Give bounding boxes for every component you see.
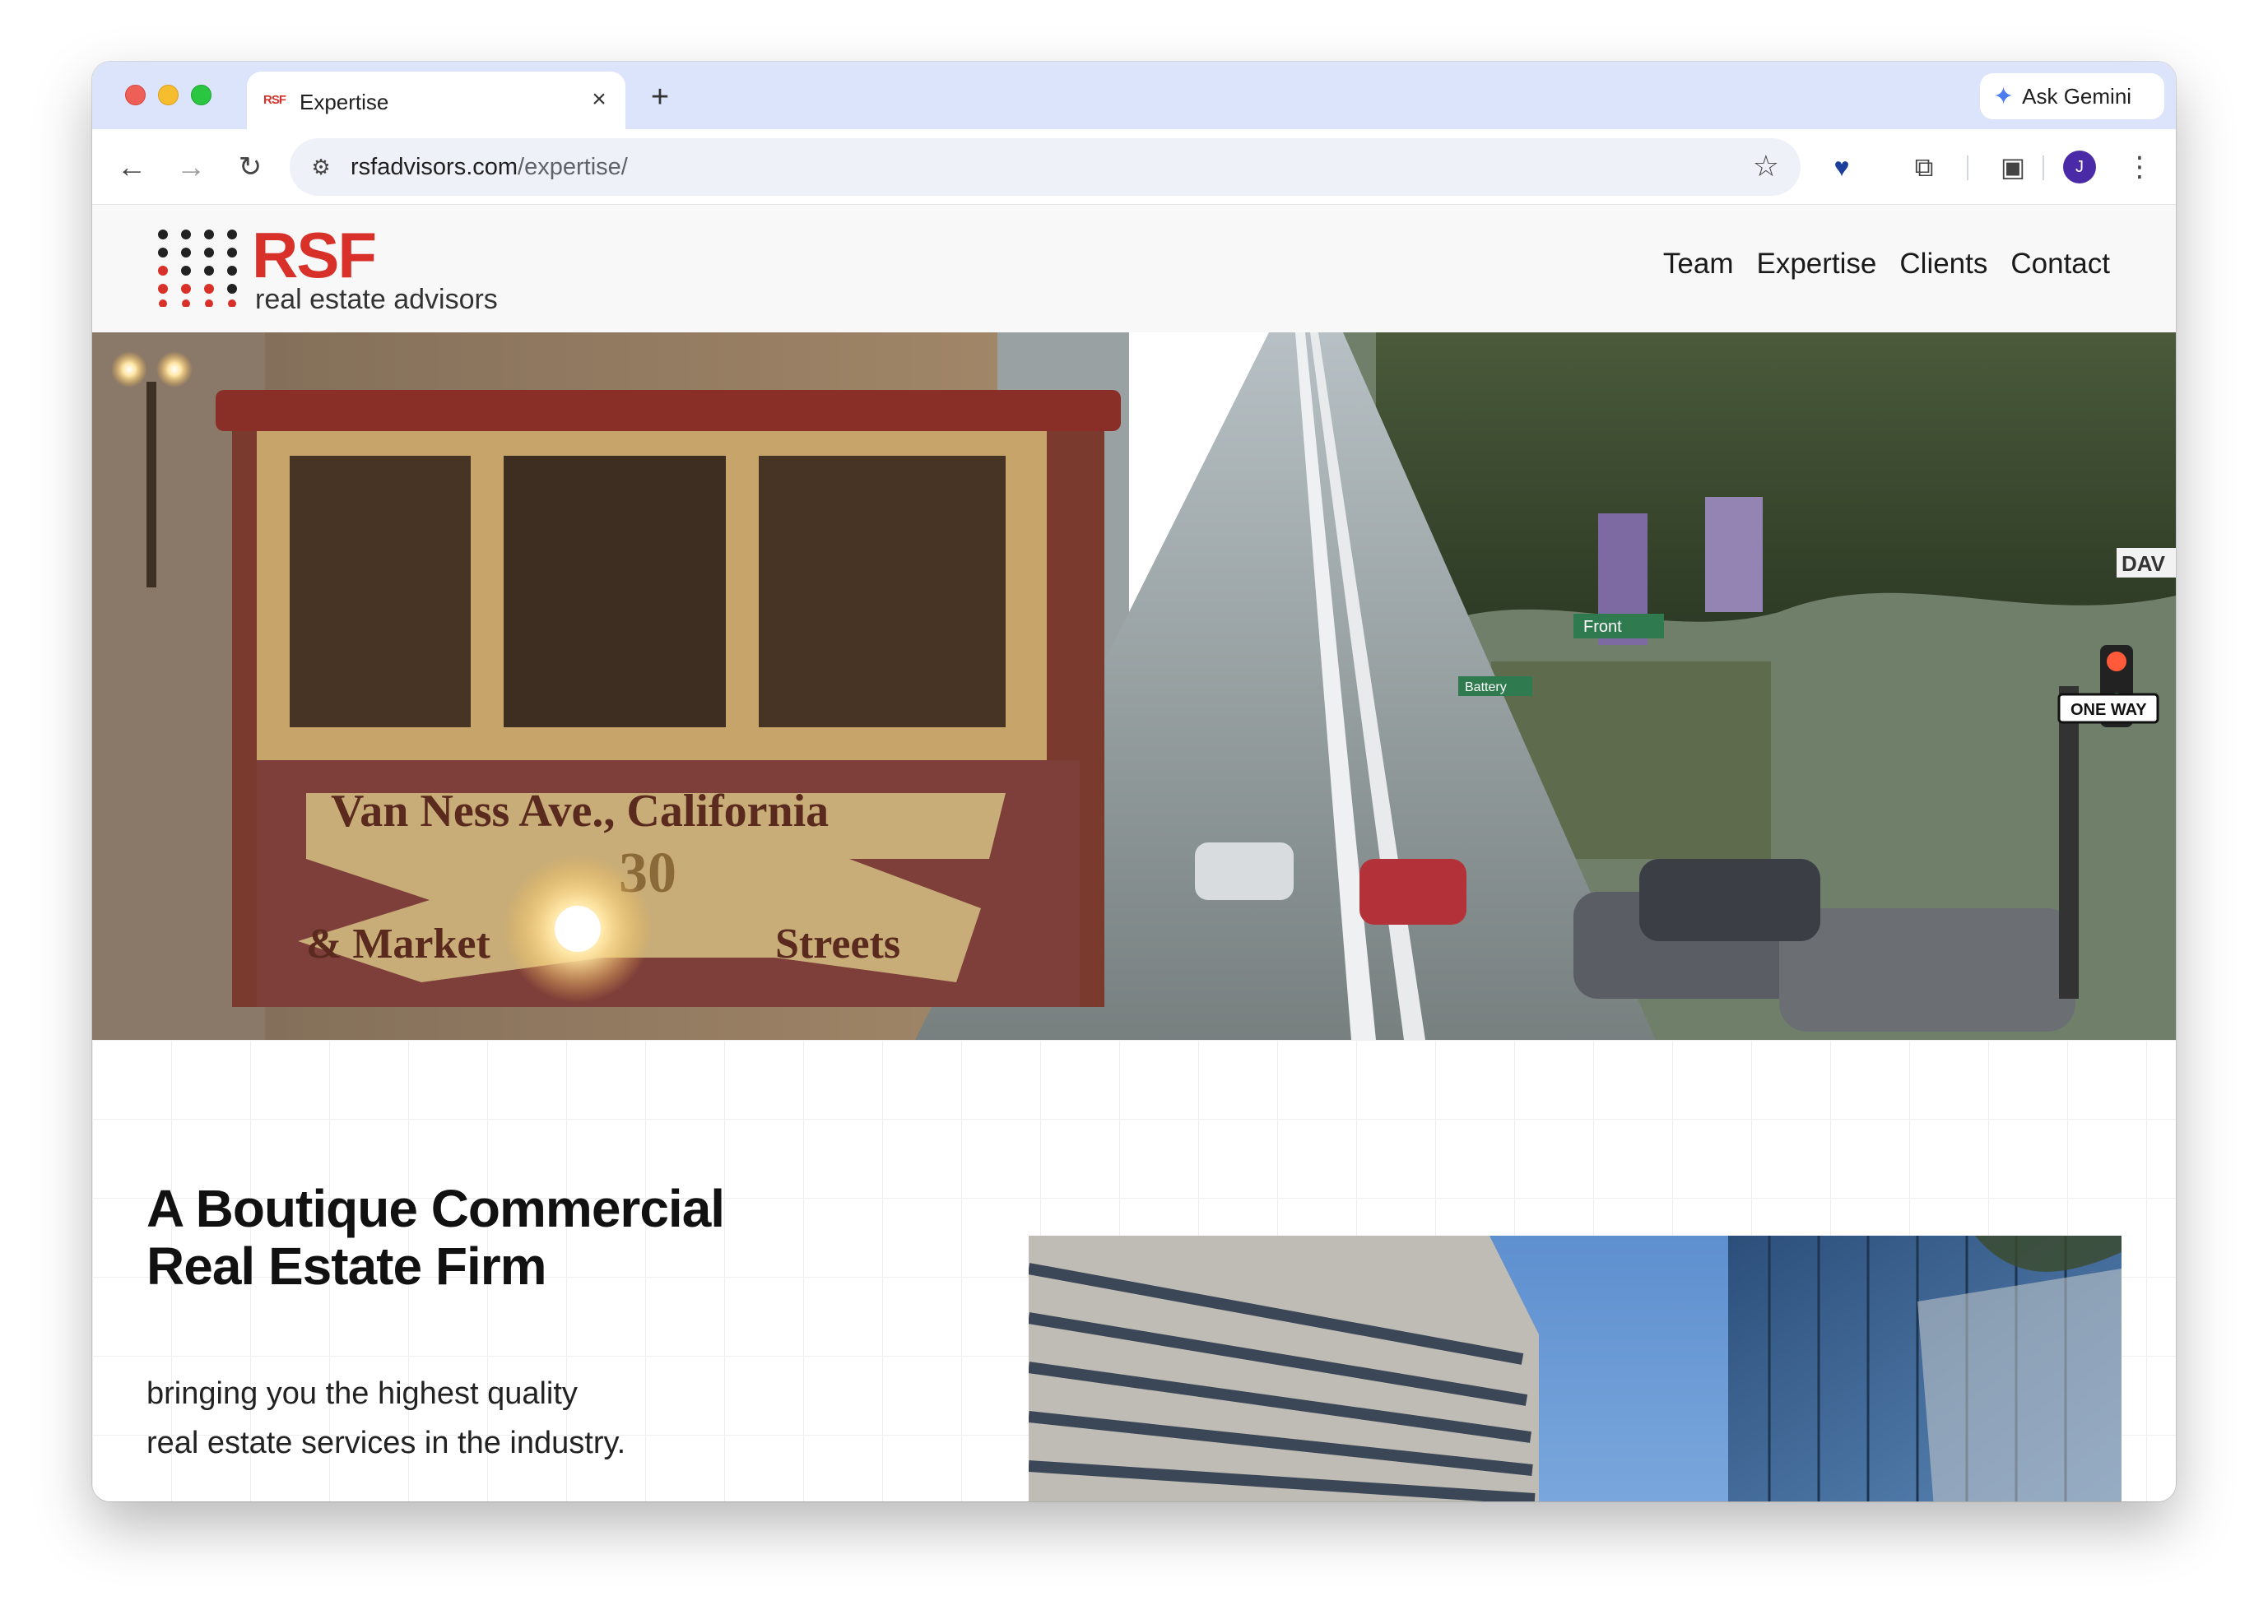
nav-link-contact[interactable]: Contact [2010, 248, 2110, 281]
logo-dot-grid-icon [158, 230, 237, 307]
new-tab-icon[interactable]: + [644, 81, 676, 114]
battery-street-sign: Battery [1465, 680, 1507, 694]
tab-strip: RSF Expertise × + ✦ Ask Gemini [92, 62, 2176, 129]
url-path: /expertise/ [518, 154, 628, 180]
profile-avatar[interactable]: J [2063, 151, 2096, 183]
reload-icon[interactable]: ↻ [230, 147, 270, 187]
gemini-sparkle-icon: ✦ [1993, 82, 2015, 110]
front-street-sign: Front [1583, 618, 1622, 636]
headline-line-1: A Boutique Commercial [146, 1179, 725, 1238]
rsf-logo[interactable]: RSF real estate advisors [156, 223, 498, 315]
intro-tagline: bringing you the highest quality real es… [146, 1369, 723, 1468]
buildings-photo [1029, 1236, 2122, 1501]
davis-street-sign: DAV [2122, 551, 2166, 576]
toolbar-divider [2043, 155, 2044, 180]
close-window-button[interactable] [125, 85, 146, 105]
media-search-icon[interactable]: ▣ [1993, 147, 2033, 187]
web-page: RSF real estate advisors Team Expertise … [92, 205, 2176, 1501]
cable-car-sign-left: & Market [306, 921, 490, 967]
forward-arrow-icon[interactable]: → [171, 147, 211, 187]
logo-wordmark: RSF [252, 219, 377, 291]
extensions-puzzle-icon[interactable]: ⧉ [1904, 147, 1944, 187]
site-info-icon[interactable]: ⚙ [304, 151, 337, 183]
nav-link-expertise[interactable]: Expertise [1756, 248, 1876, 281]
back-arrow-icon[interactable]: ← [112, 147, 151, 187]
nav-link-team[interactable]: Team [1663, 248, 1734, 281]
browser-toolbar: ← → ↻ ⚙ rsfadvisors.com/expertise/ ☆ ♥ ⧉… [92, 129, 2176, 205]
tab-expertise[interactable]: RSF Expertise × [247, 72, 625, 129]
browser-window: RSF Expertise × + ✦ Ask Gemini ← → ↻ ⚙ r… [92, 62, 2176, 1501]
hero-image: Van Ness Ave., California 30 & Market St… [92, 332, 2176, 1040]
intro-section: A Boutique Commercial Real Estate Firm b… [92, 1040, 2176, 1501]
intro-headline: A Boutique Commercial Real Estate Firm [146, 1180, 739, 1295]
headline-line-2: Real Estate Firm [146, 1237, 547, 1296]
ask-gemini-button[interactable]: ✦ Ask Gemini [1980, 73, 2164, 119]
toolbar-divider [1967, 155, 1968, 180]
url-domain: rsfadvisors.com [351, 154, 518, 180]
tagline-line-1: bringing you the highest quality [146, 1376, 578, 1411]
bookmark-star-icon[interactable]: ☆ [1753, 150, 1779, 183]
tagline-line-2: real estate services in the industry. [146, 1426, 626, 1460]
more-menu-icon[interactable]: ⋮ [2120, 147, 2159, 187]
maximize-window-button[interactable] [191, 85, 211, 105]
cable-car-sign-right: Streets [775, 921, 900, 967]
url-text[interactable]: rsfadvisors.com/expertise/ [351, 154, 628, 181]
rsf-favicon-icon: RSF [263, 93, 286, 107]
address-bar[interactable]: ⚙ rsfadvisors.com/expertise/ ☆ [290, 138, 1801, 196]
ask-gemini-label: Ask Gemini [2022, 83, 2132, 109]
cable-car-sign-line1: Van Ness Ave., California [331, 786, 829, 837]
site-nav: Team Expertise Clients Contact [1663, 248, 2110, 281]
nav-link-clients[interactable]: Clients [1899, 248, 1987, 281]
password-manager-icon[interactable]: ♥ [1822, 147, 1861, 187]
minimize-window-button[interactable] [158, 85, 179, 105]
tab-title: Expertise [300, 90, 389, 114]
one-way-sign: ONE WAY [2070, 701, 2147, 719]
close-tab-icon[interactable]: × [584, 85, 614, 114]
logo-tagline: real estate advisors [255, 284, 498, 315]
site-header: RSF real estate advisors Team Expertise … [92, 205, 2176, 332]
